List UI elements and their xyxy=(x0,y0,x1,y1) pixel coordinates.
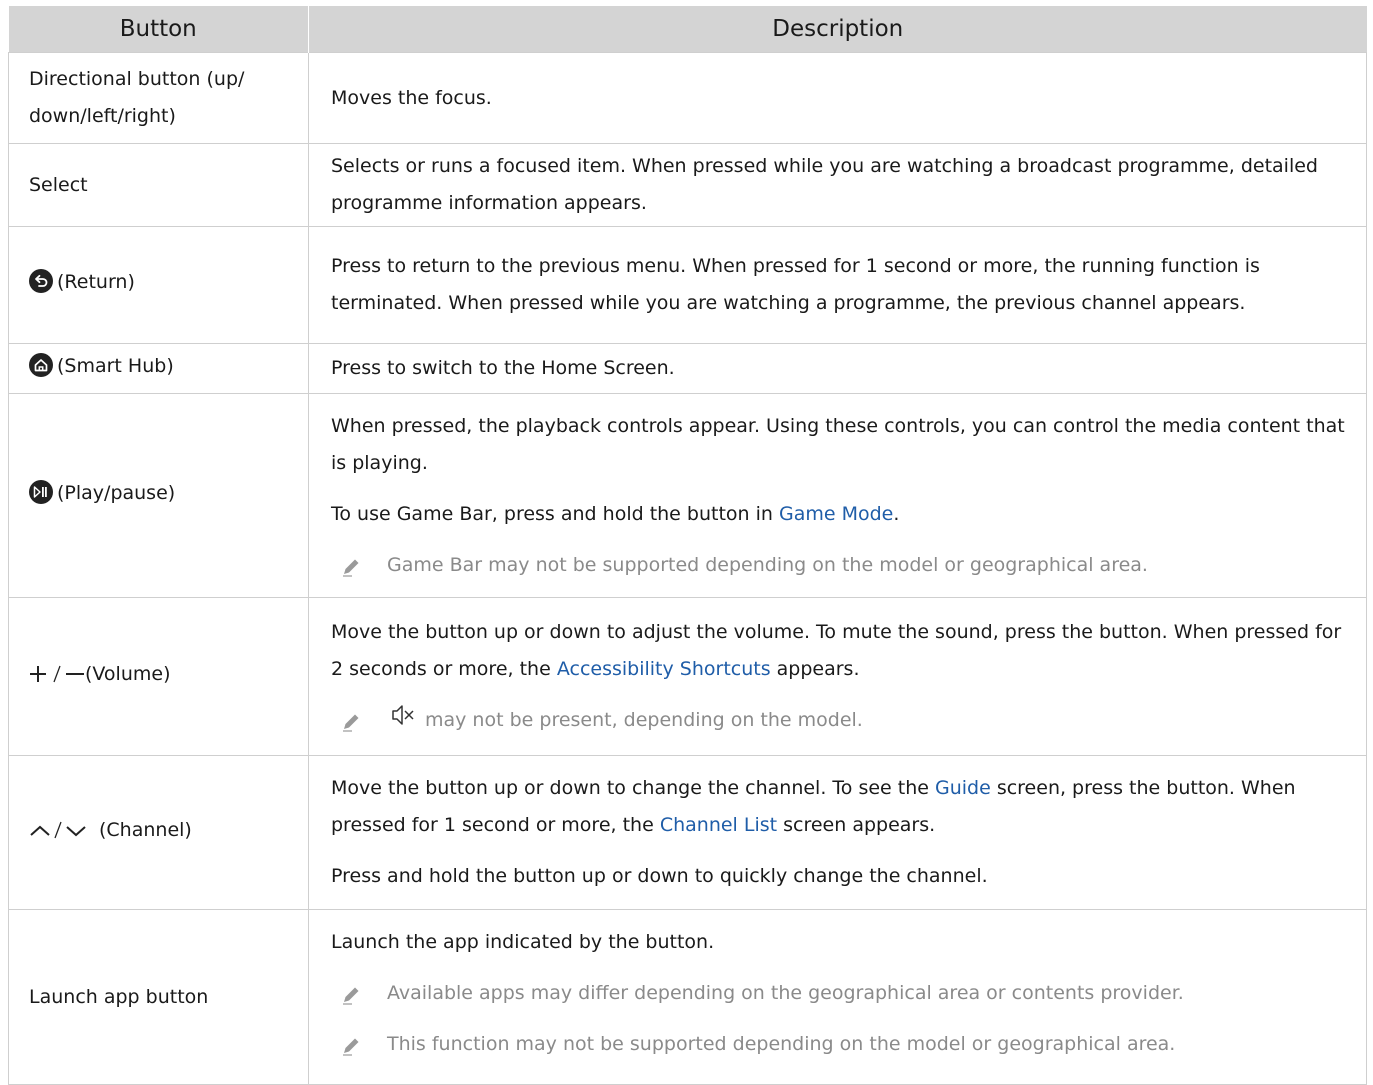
table-row: Directional button (up/ down/left/right)… xyxy=(8,52,1367,144)
pencil-note-icon xyxy=(341,702,373,739)
gamebar-period: . xyxy=(893,502,900,525)
note-volume: may not be present, depending on the mod… xyxy=(331,702,1348,739)
header-description: Description xyxy=(308,6,1367,53)
note-launch-function-text: This function may not be supported depen… xyxy=(387,1033,1176,1055)
button-volume-label: (Volume) xyxy=(85,663,171,685)
button-channel: (Channel) xyxy=(8,755,309,910)
button-channel-label: (Channel) xyxy=(99,819,192,841)
button-smarthub-label: (Smart Hub) xyxy=(57,354,174,377)
desc-launch-app: Launch the app indicated by the button. … xyxy=(308,909,1367,1085)
gamebar-text: To use Game Bar, press and hold the butt… xyxy=(331,502,779,525)
game-mode-link[interactable]: Game Mode xyxy=(779,503,893,525)
volume-text-post: appears. xyxy=(770,658,860,680)
desc-return: Press to return to the previous menu. Wh… xyxy=(308,226,1367,344)
remote-buttons-table: Button Description Directional button (u… xyxy=(8,6,1367,1085)
guide-link[interactable]: Guide xyxy=(935,777,991,799)
note-launch-apps-text: Available apps may differ depending on t… xyxy=(387,982,1184,1004)
table-row: (Play/pause) When pressed, the playback … xyxy=(8,393,1367,598)
desc-channel: Move the button up or down to change the… xyxy=(308,755,1367,910)
button-select: Select xyxy=(8,143,309,227)
mute-icon xyxy=(391,702,415,739)
desc-smarthub: Press to switch to the Home Screen. xyxy=(308,343,1367,394)
desc-directional: Moves the focus. xyxy=(308,52,1367,144)
button-return-label: (Return) xyxy=(57,271,135,293)
desc-volume-text: Move the button up or down to adjust the… xyxy=(331,614,1348,688)
button-smarthub: (Smart Hub) xyxy=(8,343,309,394)
button-volume: (Volume) xyxy=(8,597,309,756)
desc-playpause-gamebar: To use Game Bar, press and hold the butt… xyxy=(331,496,1348,533)
button-directional: Directional button (up/ down/left/right) xyxy=(8,52,309,144)
play-pause-icon xyxy=(29,479,53,517)
channel-text-pre: Move the button up or down to change the… xyxy=(331,777,935,799)
desc-select: Selects or runs a focused item. When pre… xyxy=(308,143,1367,227)
table-row: (Smart Hub) Press to switch to the Home … xyxy=(8,343,1367,394)
plus-minus-icon xyxy=(29,660,85,697)
note-gamebar-text: Game Bar may not be supported depending … xyxy=(387,553,1148,576)
table-header-row: Button Description xyxy=(8,6,1367,53)
desc-volume: Move the button up or down to adjust the… xyxy=(308,597,1367,756)
channel-text-post: screen appears. xyxy=(777,814,936,836)
table-row: (Volume) Move the button up or down to a… xyxy=(8,597,1367,756)
accessibility-shortcuts-link[interactable]: Accessibility Shortcuts xyxy=(557,658,771,680)
header-button: Button xyxy=(8,6,309,53)
pencil-note-icon xyxy=(341,547,373,584)
channel-list-link[interactable]: Channel List xyxy=(660,814,777,836)
return-icon xyxy=(29,269,53,306)
note-volume-text: may not be present, depending on the mod… xyxy=(425,709,863,731)
button-launch-app: Launch app button xyxy=(8,909,309,1085)
note-gamebar: Game Bar may not be supported depending … xyxy=(331,547,1348,584)
desc-channel-text: Move the button up or down to change the… xyxy=(331,770,1348,844)
note-launch-function: This function may not be supported depen… xyxy=(331,1026,1348,1063)
button-return: (Return) xyxy=(8,226,309,344)
table-row: Select Selects or runs a focused item. W… xyxy=(8,143,1367,227)
pencil-note-icon xyxy=(341,975,373,1012)
button-playpause-label: (Play/pause) xyxy=(57,481,176,504)
button-playpause: (Play/pause) xyxy=(8,393,309,598)
desc-playpause-text: When pressed, the playback controls appe… xyxy=(331,414,1345,474)
desc-launch-text: Launch the app indicated by the button. xyxy=(331,931,715,953)
desc-playpause: When pressed, the playback controls appe… xyxy=(308,393,1367,598)
table-row: Launch app button Launch the app indicat… xyxy=(8,909,1367,1085)
table-row: (Return) Press to return to the previous… xyxy=(8,226,1367,344)
table-row: (Channel) Move the button up or down to … xyxy=(8,755,1367,910)
note-launch-apps: Available apps may differ depending on t… xyxy=(331,975,1348,1012)
pencil-note-icon xyxy=(341,1026,373,1063)
up-down-chevron-icon xyxy=(29,816,99,853)
desc-channel-hold: Press and hold the button up or down to … xyxy=(331,865,988,887)
home-icon xyxy=(29,352,53,390)
